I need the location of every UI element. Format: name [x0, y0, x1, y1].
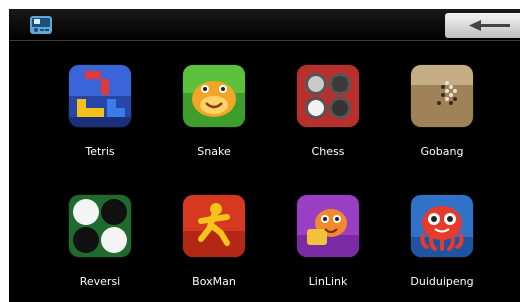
app-label: Duiduipeng: [410, 275, 474, 288]
app-label: LinLink: [308, 275, 348, 288]
app-label: Snake: [197, 145, 231, 158]
app-label: Reversi: [79, 275, 121, 288]
app-tile-snake[interactable]: Snake: [174, 65, 254, 179]
app-tile-linlink[interactable]: LinLink: [288, 195, 368, 302]
boxman-icon: [183, 195, 245, 257]
app-tile-tetris[interactable]: Tetris: [60, 65, 140, 179]
reversi-icon: [69, 195, 131, 257]
app-label: Tetris: [85, 145, 115, 158]
chess-icon: [297, 65, 359, 127]
app-tile-chess[interactable]: Chess: [288, 65, 368, 179]
app-grid: Tetris Snake Chess Gobang Reversi BoxMan…: [9, 9, 520, 302]
app-tile-duiduipeng[interactable]: Duiduipeng: [402, 195, 482, 302]
game-launcher-screen: Tetris Snake Chess Gobang Reversi BoxMan…: [9, 9, 520, 302]
app-tile-gobang[interactable]: Gobang: [402, 65, 482, 179]
app-label: Chess: [311, 145, 345, 158]
app-tile-boxman[interactable]: BoxMan: [174, 195, 254, 302]
snake-icon: [183, 65, 245, 127]
app-label: BoxMan: [192, 275, 236, 288]
gobang-icon: [411, 65, 473, 127]
app-tile-reversi[interactable]: Reversi: [60, 195, 140, 302]
duiduipeng-icon: [411, 195, 473, 257]
tetris-icon: [69, 65, 131, 127]
app-label: Gobang: [420, 145, 464, 158]
linlink-icon: [297, 195, 359, 257]
